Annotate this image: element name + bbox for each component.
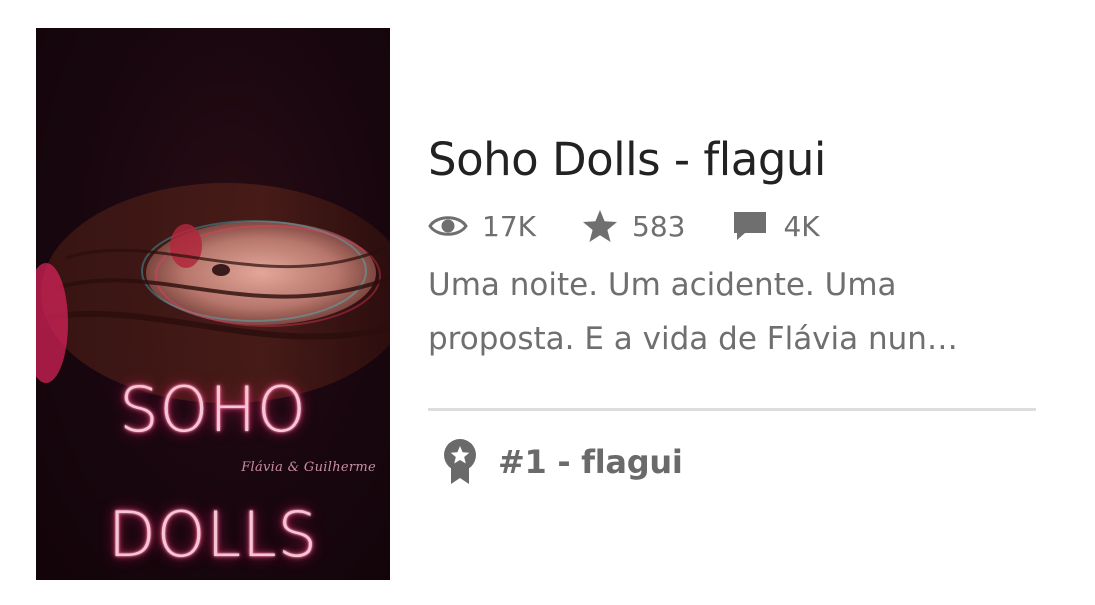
description-line-1: Uma noite. Um acidente. Uma — [428, 267, 897, 303]
story-description: Uma noite. Um acidente. Uma proposta. E … — [428, 258, 1028, 366]
cover-authors: Flávia & Guilherme — [241, 460, 376, 475]
book-cover[interactable]: SOHO Flávia & Guilherme DOLLS — [36, 28, 390, 580]
divider — [428, 408, 1036, 411]
cover-title-line2: DOLLS — [108, 498, 318, 571]
reads-stat: 17K — [428, 210, 536, 243]
reads-count: 17K — [482, 209, 536, 243]
comments-count: 4K — [783, 209, 820, 243]
votes-stat: 583 — [582, 209, 685, 243]
story-info: Soho Dolls - flagui 17K 583 4K Uma noite… — [428, 130, 1036, 366]
description-line-2: proposta. E a vida de Flávia nun… — [428, 321, 958, 357]
ranking-label: #1 - flagui — [498, 443, 683, 481]
story-card[interactable]: SOHO Flávia & Guilherme DOLLS Soho Dolls… — [0, 0, 1095, 605]
comment-icon — [734, 212, 767, 240]
story-stats: 17K 583 4K — [428, 208, 1036, 244]
comments-stat: 4K — [731, 209, 820, 243]
eye-icon — [428, 216, 468, 236]
award-badge-icon — [444, 439, 476, 484]
story-title[interactable]: Soho Dolls - flagui — [428, 130, 1036, 190]
star-icon — [583, 210, 617, 242]
votes-count: 583 — [632, 209, 686, 243]
ranking-tag[interactable]: #1 - flagui — [442, 438, 683, 486]
cover-title-line1: SOHO — [119, 373, 307, 446]
